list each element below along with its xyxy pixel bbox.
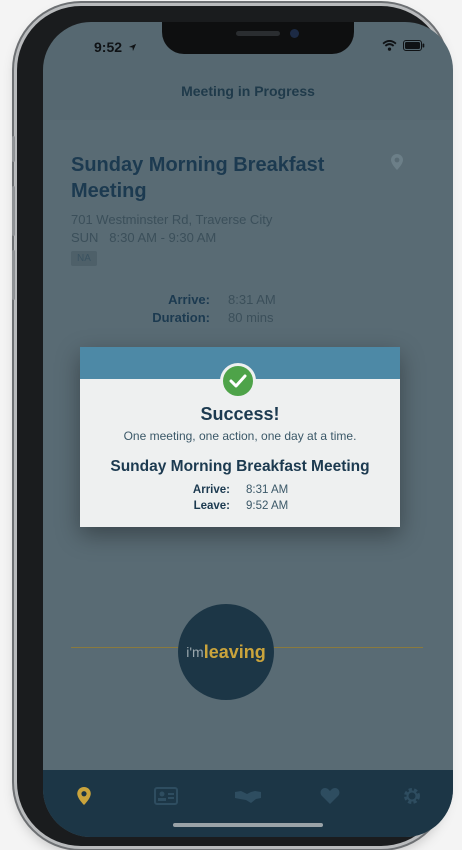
leave-button-label: leaving [203, 641, 266, 662]
meeting-schedule: SUN 8:30 AM - 9:30 AM [71, 230, 217, 245]
arrive-label: Arrive: [168, 292, 210, 307]
dialog-title: Success! [200, 404, 280, 424]
dialog-meeting-title: Sunday Morning Breakfast Meeting [110, 458, 370, 475]
gear-icon [404, 788, 420, 804]
side-button-volume-up [12, 186, 15, 236]
meeting-address: 701 Westminster Rd, Traverse City [71, 212, 273, 227]
wifi-icon [382, 40, 397, 51]
tab-sponsor[interactable] [228, 780, 268, 812]
success-dialog: Success! One meeting, one action, one da… [80, 347, 400, 527]
battery-icon [403, 40, 425, 51]
dialog-arrive-label: Arrive: [192, 484, 230, 496]
handshake-icon [235, 791, 261, 803]
status-time: 9:52 [94, 39, 137, 55]
id-card-icon [154, 787, 178, 805]
status-icons [360, 40, 425, 51]
camera [290, 29, 299, 38]
tab-settings[interactable] [392, 780, 432, 812]
im-leaving-button[interactable]: i'm leaving [178, 604, 274, 700]
duration-label: Duration: [152, 310, 210, 325]
meeting-title: Sunday Morning Breakfast Meeting [71, 154, 325, 202]
tab-contacts[interactable] [146, 780, 186, 812]
signal-icon [360, 41, 375, 51]
dialog-leave-value: 9:52 AM [246, 500, 289, 512]
dialog-subtitle: One meeting, one action, one day at a ti… [123, 429, 357, 443]
nav-bar: Meeting in Progress [43, 62, 453, 121]
dialog-arrive-value: 8:31 AM [246, 484, 289, 496]
tab-favorites[interactable] [310, 780, 350, 812]
location-arrow-icon [128, 43, 137, 52]
side-button-silent [12, 136, 15, 162]
meeting-type-badge: NA [71, 251, 97, 266]
arrive-value: 8:31 AM [228, 292, 276, 307]
leave-button-prefix: i'm [186, 644, 204, 660]
checkmark-icon [220, 363, 256, 399]
home-indicator[interactable] [173, 823, 323, 827]
dialog-leave-label: Leave: [193, 500, 230, 512]
tab-meetings[interactable] [64, 780, 104, 812]
notch [162, 22, 354, 54]
map-pin-icon[interactable] [391, 154, 403, 170]
nav-title: Meeting in Progress [181, 83, 315, 99]
side-button-volume-down [12, 250, 15, 300]
duration-value: 80 mins [228, 310, 274, 325]
heart-icon [320, 788, 340, 804]
map-pin-icon [77, 787, 91, 805]
speaker [236, 31, 280, 36]
